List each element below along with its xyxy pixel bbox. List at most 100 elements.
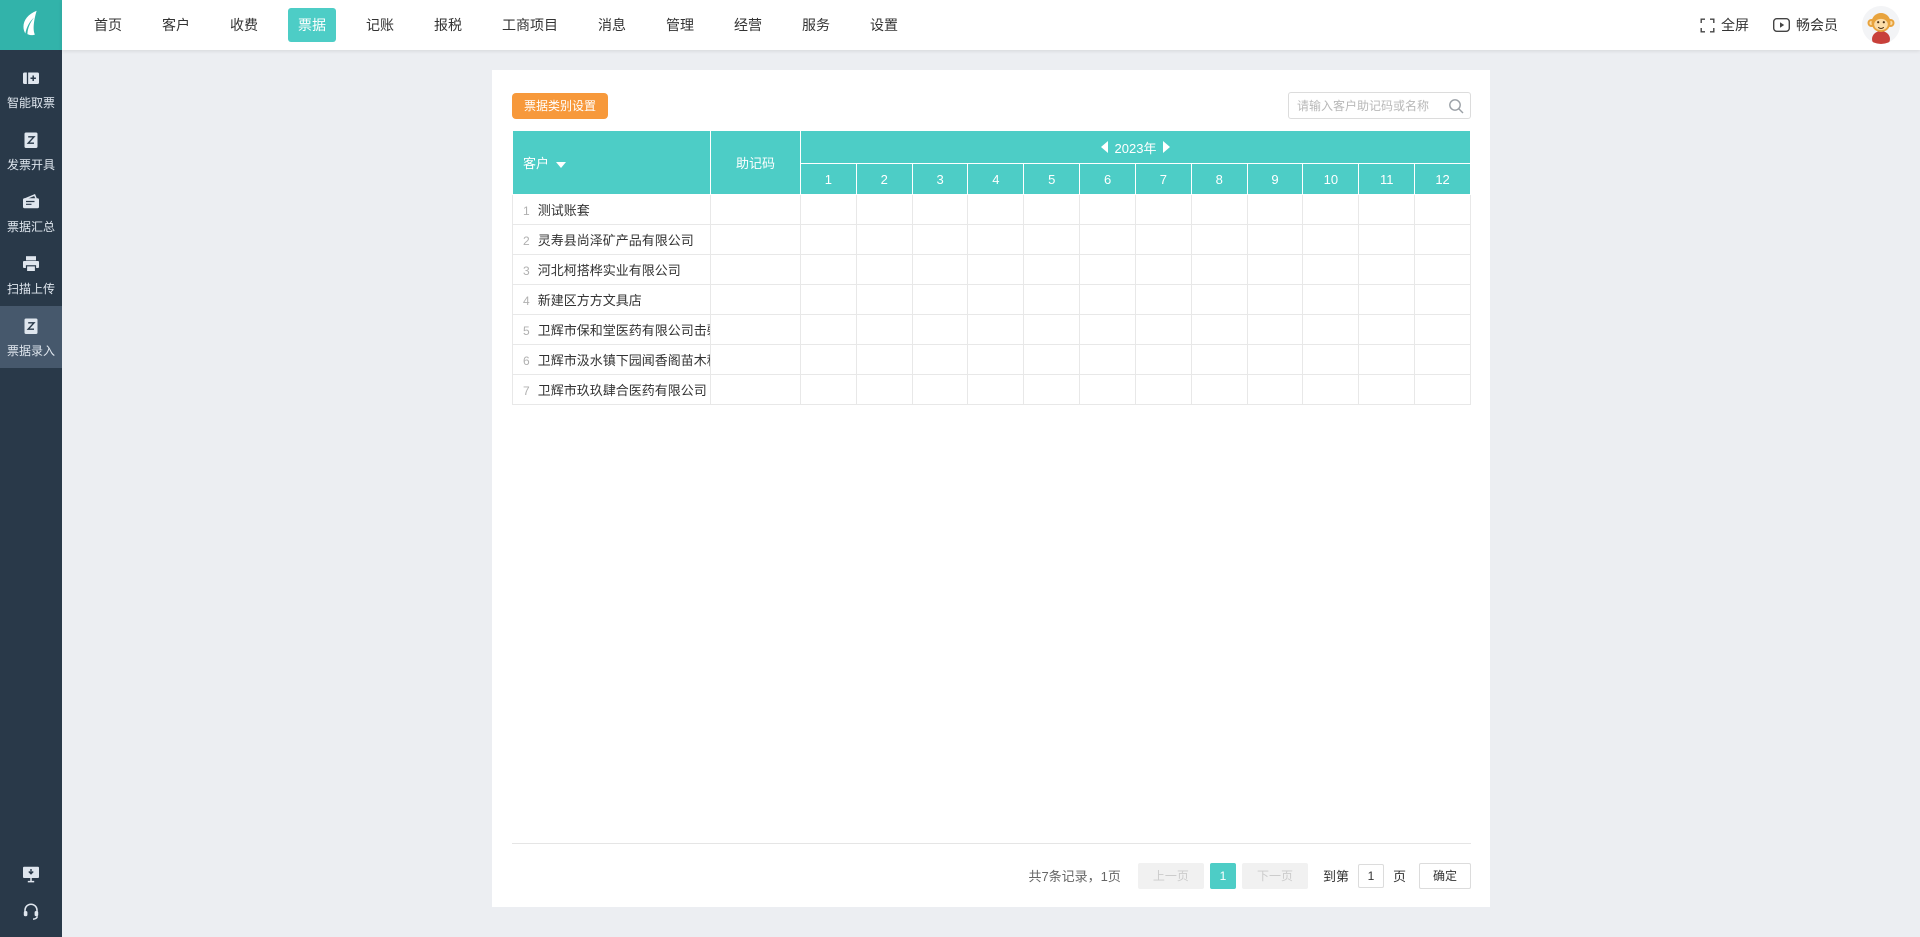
month-cell[interactable] bbox=[1303, 195, 1359, 225]
month-cell[interactable] bbox=[1135, 285, 1191, 315]
month-cell[interactable] bbox=[1303, 225, 1359, 255]
nav-item-messages[interactable]: 消息 bbox=[588, 8, 636, 42]
next-year-arrow-icon[interactable] bbox=[1163, 141, 1170, 153]
sidebar-item-invoice-issue[interactable]: 发票开具 bbox=[0, 120, 62, 182]
month-cell[interactable] bbox=[912, 315, 968, 345]
month-cell[interactable] bbox=[1359, 195, 1415, 225]
month-cell[interactable] bbox=[1024, 345, 1080, 375]
month-cell[interactable] bbox=[1191, 225, 1247, 255]
month-cell[interactable] bbox=[1191, 255, 1247, 285]
month-cell[interactable] bbox=[801, 315, 857, 345]
month-cell[interactable] bbox=[1080, 225, 1136, 255]
nav-item-bookkeeping[interactable]: 记账 bbox=[356, 8, 404, 42]
month-cell[interactable] bbox=[1135, 315, 1191, 345]
month-cell[interactable] bbox=[1247, 255, 1303, 285]
month-cell[interactable] bbox=[1415, 345, 1471, 375]
current-page-button[interactable]: 1 bbox=[1210, 863, 1236, 889]
month-cell[interactable] bbox=[1359, 375, 1415, 405]
month-cell[interactable] bbox=[1191, 285, 1247, 315]
month-cell[interactable] bbox=[1080, 195, 1136, 225]
month-cell[interactable] bbox=[1135, 375, 1191, 405]
month-cell[interactable] bbox=[1080, 255, 1136, 285]
goto-confirm-button[interactable]: 确定 bbox=[1419, 863, 1471, 889]
month-cell[interactable] bbox=[1303, 255, 1359, 285]
month-cell[interactable] bbox=[856, 285, 912, 315]
month-cell[interactable] bbox=[968, 375, 1024, 405]
month-cell[interactable] bbox=[968, 255, 1024, 285]
month-cell[interactable] bbox=[1359, 345, 1415, 375]
month-cell[interactable] bbox=[1024, 315, 1080, 345]
month-cell[interactable] bbox=[856, 315, 912, 345]
month-cell[interactable] bbox=[801, 225, 857, 255]
prev-page-button[interactable]: 上一页 bbox=[1138, 863, 1204, 889]
month-cell[interactable] bbox=[1415, 255, 1471, 285]
month-cell[interactable] bbox=[1191, 195, 1247, 225]
month-cell[interactable] bbox=[968, 315, 1024, 345]
month-cell[interactable] bbox=[1135, 195, 1191, 225]
month-cell[interactable] bbox=[1247, 315, 1303, 345]
goto-page-input[interactable] bbox=[1358, 864, 1384, 888]
customer-sort-caret-icon[interactable] bbox=[556, 162, 566, 168]
month-cell[interactable] bbox=[1135, 255, 1191, 285]
month-cell[interactable] bbox=[968, 285, 1024, 315]
month-cell[interactable] bbox=[912, 375, 968, 405]
customer-cell[interactable]: 7卫辉市玖玖肆合医药有限公司 bbox=[513, 375, 711, 405]
customer-cell[interactable]: 1测试账套 bbox=[513, 195, 711, 225]
nav-item-settings[interactable]: 设置 bbox=[860, 8, 908, 42]
nav-item-business-projects[interactable]: 工商项目 bbox=[492, 8, 568, 42]
month-cell[interactable] bbox=[1135, 225, 1191, 255]
month-cell[interactable] bbox=[912, 225, 968, 255]
month-cell[interactable] bbox=[1415, 225, 1471, 255]
month-cell[interactable] bbox=[801, 255, 857, 285]
month-cell[interactable] bbox=[1024, 195, 1080, 225]
month-cell[interactable] bbox=[1191, 345, 1247, 375]
nav-item-bills[interactable]: 票据 bbox=[288, 8, 336, 42]
month-cell[interactable] bbox=[1247, 195, 1303, 225]
month-cell[interactable] bbox=[912, 345, 968, 375]
headset-icon[interactable] bbox=[21, 901, 41, 921]
month-cell[interactable] bbox=[1415, 315, 1471, 345]
app-logo[interactable] bbox=[0, 0, 62, 50]
month-cell[interactable] bbox=[1303, 345, 1359, 375]
bill-category-settings-button[interactable]: 票据类别设置 bbox=[512, 93, 608, 119]
month-cell[interactable] bbox=[1247, 345, 1303, 375]
customer-cell[interactable]: 3河北柯搭桦实业有限公司 bbox=[513, 255, 711, 285]
sidebar-item-scan-upload[interactable]: 扫描上传 bbox=[0, 244, 62, 306]
monitor-download-icon[interactable] bbox=[20, 863, 42, 885]
month-cell[interactable] bbox=[1191, 315, 1247, 345]
month-cell[interactable] bbox=[1303, 285, 1359, 315]
fullscreen-button[interactable]: 全屏 bbox=[1700, 15, 1749, 35]
month-cell[interactable] bbox=[1247, 375, 1303, 405]
month-cell[interactable] bbox=[856, 225, 912, 255]
month-cell[interactable] bbox=[801, 345, 857, 375]
nav-item-fees[interactable]: 收费 bbox=[220, 8, 268, 42]
month-cell[interactable] bbox=[1359, 315, 1415, 345]
nav-item-tax-filing[interactable]: 报税 bbox=[424, 8, 472, 42]
sidebar-item-bill-summary[interactable]: 票据汇总 bbox=[0, 182, 62, 244]
month-cell[interactable] bbox=[1024, 375, 1080, 405]
month-cell[interactable] bbox=[968, 345, 1024, 375]
month-cell[interactable] bbox=[1415, 285, 1471, 315]
month-cell[interactable] bbox=[968, 225, 1024, 255]
month-cell[interactable] bbox=[1359, 255, 1415, 285]
month-cell[interactable] bbox=[801, 375, 857, 405]
month-cell[interactable] bbox=[912, 285, 968, 315]
search-icon[interactable] bbox=[1448, 98, 1464, 114]
month-cell[interactable] bbox=[1135, 345, 1191, 375]
user-avatar[interactable] bbox=[1862, 6, 1900, 44]
month-cell[interactable] bbox=[856, 255, 912, 285]
customer-cell[interactable]: 4新建区方方文具店 bbox=[513, 285, 711, 315]
month-cell[interactable] bbox=[912, 255, 968, 285]
month-cell[interactable] bbox=[1303, 315, 1359, 345]
month-cell[interactable] bbox=[1024, 255, 1080, 285]
sidebar-item-bill-entry[interactable]: 票据录入 bbox=[0, 306, 62, 368]
previous-year-arrow-icon[interactable] bbox=[1101, 141, 1108, 153]
member-button[interactable]: 畅会员 bbox=[1773, 15, 1838, 35]
nav-item-management[interactable]: 管理 bbox=[656, 8, 704, 42]
customer-cell[interactable]: 6卫辉市汲水镇下园闻香阁苗木种... bbox=[513, 345, 711, 375]
sidebar-item-smart-ticket-fetch[interactable]: 智能取票 bbox=[0, 58, 62, 120]
month-cell[interactable] bbox=[1415, 195, 1471, 225]
nav-item-home[interactable]: 首页 bbox=[84, 8, 132, 42]
month-cell[interactable] bbox=[912, 195, 968, 225]
month-cell[interactable] bbox=[1247, 285, 1303, 315]
